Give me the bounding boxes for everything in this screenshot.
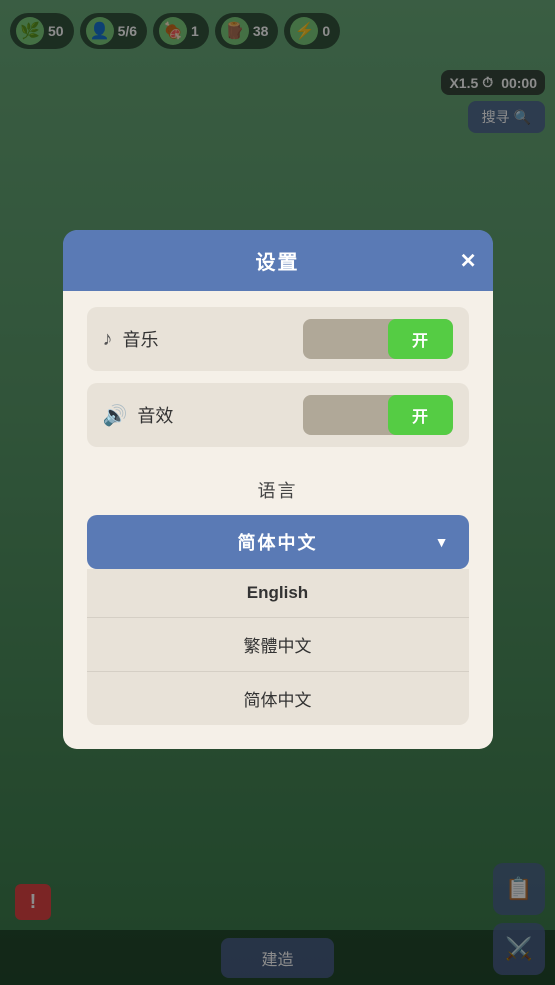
settings-modal: 设置 ✕ ♪ 音乐 开 🔊 音效 开 bbox=[63, 230, 493, 749]
sfx-label: 音效 bbox=[137, 402, 173, 428]
sfx-on-label[interactable]: 开 bbox=[388, 395, 453, 435]
sfx-row: 🔊 音效 开 bbox=[87, 383, 469, 447]
music-label: 音乐 bbox=[123, 326, 159, 352]
language-option-traditional-chinese[interactable]: 繁體中文 bbox=[87, 618, 469, 672]
sfx-toggle[interactable]: 开 bbox=[303, 395, 453, 435]
selected-language-text: 简体中文 bbox=[238, 529, 318, 555]
modal-body: ♪ 音乐 开 🔊 音效 开 语言 简 bbox=[63, 291, 493, 749]
dropdown-arrow-icon: ▼ bbox=[435, 534, 449, 550]
language-section: 语言 简体中文 ▼ English 繁體中文 简体中文 bbox=[87, 477, 469, 725]
sfx-label-group: 🔊 音效 bbox=[103, 402, 174, 428]
language-option-english[interactable]: English bbox=[87, 569, 469, 618]
sfx-icon: 🔊 bbox=[103, 403, 128, 428]
music-icon: ♪ bbox=[103, 328, 113, 351]
language-dropdown-trigger[interactable]: 简体中文 ▼ bbox=[87, 515, 469, 569]
music-toggle[interactable]: 开 bbox=[303, 319, 453, 359]
close-button[interactable]: ✕ bbox=[460, 248, 477, 273]
music-row: ♪ 音乐 开 bbox=[87, 307, 469, 371]
language-option-simplified-chinese[interactable]: 简体中文 bbox=[87, 672, 469, 725]
language-label: 语言 bbox=[87, 477, 469, 503]
modal-header: 设置 ✕ bbox=[63, 230, 493, 291]
modal-title: 设置 bbox=[256, 246, 300, 275]
music-on-label[interactable]: 开 bbox=[388, 319, 453, 359]
language-dropdown: English 繁體中文 简体中文 bbox=[87, 569, 469, 725]
music-label-group: ♪ 音乐 bbox=[103, 326, 159, 352]
